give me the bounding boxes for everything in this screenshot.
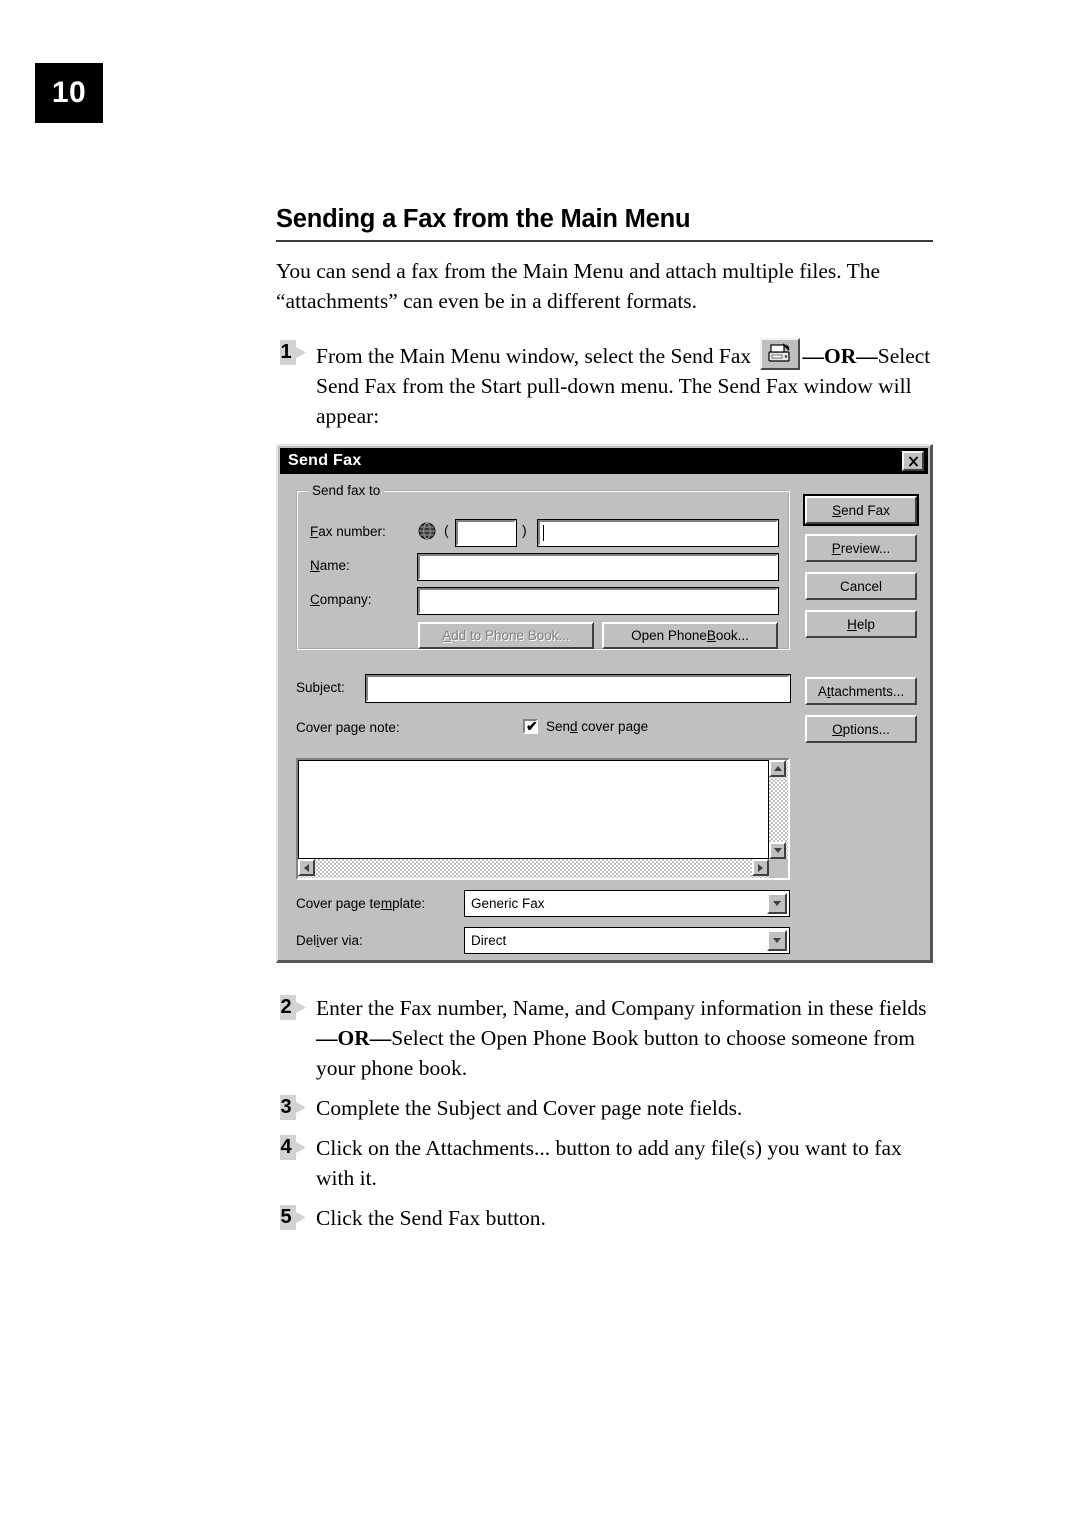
- page-title: Sending a Fax from the Main Menu: [276, 205, 691, 233]
- send-fax-to-group: Send fax to Fax number: ( ) Name: Compan…: [296, 483, 790, 650]
- step-text-2: Enter the Fax number, Name, and Company …: [316, 996, 927, 1080]
- cover-page-template-select[interactable]: Generic Fax: [464, 890, 790, 917]
- vertical-scrollbar[interactable]: [769, 760, 788, 859]
- company-label: Company:: [310, 592, 372, 607]
- step-number-3: 3: [280, 1096, 292, 1118]
- dialog-titlebar: Send Fax: [280, 448, 928, 474]
- step-item-5: 5 Click the Send Fax button.: [276, 1203, 933, 1233]
- send-fax-button[interactable]: Send Fax: [805, 496, 917, 524]
- steps-list: 1 From the Main Menu window, select the …: [276, 338, 933, 431]
- step2-text-before: Enter the Fax number, Name, and Company …: [316, 996, 927, 1020]
- chevron-down-icon-2[interactable]: [767, 930, 787, 951]
- step2-text-after: Select the Open Phone Book button to cho…: [316, 1026, 915, 1080]
- help-button[interactable]: Help: [805, 610, 917, 638]
- horizontal-scrollbar[interactable]: [298, 859, 769, 878]
- close-icon[interactable]: [902, 451, 924, 471]
- step-text-1: From the Main Menu window, select the Se…: [316, 338, 930, 428]
- deliver-via-select[interactable]: Direct: [464, 927, 790, 954]
- step1-text-before: From the Main Menu window, select the Se…: [316, 344, 757, 368]
- step-text-5: Click the Send Fax button.: [316, 1206, 546, 1230]
- fax-machine-icon[interactable]: [759, 338, 800, 370]
- step-item-4: 4 Click on the Attachments... button to …: [276, 1133, 933, 1193]
- step-marker-5: 5: [276, 1205, 306, 1230]
- checkmark-icon: ✔: [526, 718, 538, 734]
- send-cover-page-checkbox[interactable]: ✔: [523, 719, 538, 734]
- subject-input[interactable]: [365, 674, 791, 703]
- step-item-2: 2 Enter the Fax number, Name, and Compan…: [276, 993, 933, 1083]
- article-content: Sending a Fax from the Main Menu You can…: [276, 205, 933, 431]
- step-number-1: 1: [280, 341, 292, 363]
- cancel-label: Cancel: [839, 578, 883, 594]
- step-number-4: 4: [280, 1136, 292, 1158]
- cover-page-note-textarea-wrap: [296, 758, 790, 880]
- scroll-right-icon[interactable]: [752, 859, 769, 876]
- dialog-title: Send Fax: [288, 452, 362, 469]
- close-paren: ): [522, 522, 527, 538]
- step-number-5: 5: [280, 1206, 292, 1228]
- send-fax-dialog: Send Fax Send fax to Fax number: ( ) Nam…: [276, 444, 933, 963]
- step1-or: —OR—: [802, 344, 878, 368]
- step-text-4: Click on the Attachments... button to ad…: [316, 1136, 902, 1190]
- deliver-via-value: Direct: [471, 933, 507, 948]
- step-marker-2: 2: [276, 995, 306, 1020]
- dialog-body: Send fax to Fax number: ( ) Name: Compan…: [278, 474, 930, 963]
- company-input[interactable]: [417, 587, 779, 615]
- scroll-down-icon[interactable]: [769, 842, 786, 859]
- add-to-phone-book-button[interactable]: Add to Phone Book...: [418, 622, 594, 649]
- step-item-3: 3 Complete the Subject and Cover page no…: [276, 1093, 933, 1123]
- subject-label: Subject:: [296, 680, 345, 695]
- scroll-up-icon[interactable]: [769, 760, 786, 777]
- open-phone-book-button[interactable]: Open Phone Book...: [602, 622, 778, 649]
- globe-icon: [418, 522, 436, 540]
- steps-after-dialog: 2 Enter the Fax number, Name, and Compan…: [276, 993, 933, 1233]
- name-label: Name:: [310, 558, 350, 573]
- step-marker-4: 4: [276, 1135, 306, 1160]
- cover-page-note-label: Cover page note:: [296, 720, 400, 735]
- cancel-button[interactable]: Cancel: [805, 572, 917, 600]
- chevron-down-icon[interactable]: [767, 893, 787, 914]
- preview-button[interactable]: Preview...: [805, 534, 917, 562]
- options-button[interactable]: Options...: [805, 715, 917, 743]
- deliver-via-label: Deliver via:: [296, 933, 363, 948]
- cover-page-template-label: Cover page template:: [296, 896, 426, 911]
- scrollbar-corner: [769, 859, 788, 878]
- step-item-1: 1 From the Main Menu window, select the …: [276, 338, 933, 431]
- step-number-2: 2: [280, 996, 292, 1018]
- scroll-left-icon[interactable]: [298, 859, 315, 876]
- group-legend: Send fax to: [308, 483, 385, 498]
- cover-page-template-value: Generic Fax: [471, 896, 545, 911]
- intro-paragraph: You can send a fax from the Main Menu an…: [276, 259, 881, 313]
- page-number: 10: [51, 76, 87, 109]
- step-marker-3: 3: [276, 1095, 306, 1120]
- page-number-badge: 10: [35, 63, 103, 123]
- text-caret: [543, 525, 544, 541]
- fax-number-input[interactable]: [537, 519, 779, 547]
- open-paren: (: [444, 522, 449, 538]
- send-cover-page-label[interactable]: Send cover page: [546, 719, 648, 734]
- cover-page-note-textarea[interactable]: [298, 760, 769, 859]
- area-code-input[interactable]: [455, 519, 517, 547]
- fax-number-label: Fax number:: [310, 524, 386, 539]
- step2-or: —OR—: [316, 1026, 392, 1050]
- name-input[interactable]: [417, 553, 779, 581]
- attachments-button[interactable]: At tachments...: [805, 677, 917, 705]
- title-divider: [276, 240, 933, 242]
- step-marker-1: 1: [276, 340, 306, 365]
- step-text-3: Complete the Subject and Cover page note…: [316, 1096, 743, 1120]
